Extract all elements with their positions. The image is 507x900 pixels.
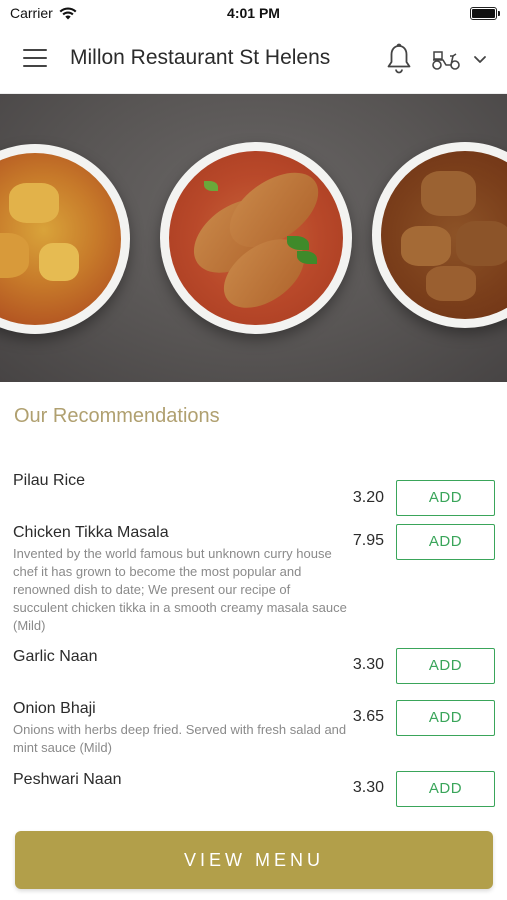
status-bar: Carrier 4:01 PM xyxy=(0,0,507,26)
curry-bowl-center xyxy=(160,142,352,334)
item-name: Peshwari Naan xyxy=(13,771,122,788)
add-button[interactable]: ADD xyxy=(396,480,495,516)
curry-bowl-right xyxy=(372,142,507,328)
menu-icon[interactable] xyxy=(23,49,47,69)
add-button[interactable]: ADD xyxy=(396,648,495,684)
status-time: 4:01 PM xyxy=(227,5,280,21)
item-price: 3.30 xyxy=(352,779,384,796)
item-description: Invented by the world famous but unknown… xyxy=(13,546,347,633)
item-price: 3.30 xyxy=(352,656,384,673)
add-button[interactable]: ADD xyxy=(396,524,495,560)
item-name: Onion Bhaji xyxy=(13,700,96,717)
battery-icon xyxy=(470,7,500,20)
item-price: 7.95 xyxy=(352,532,384,549)
item-name: Chicken Tikka Masala xyxy=(13,524,169,541)
page-title: Millon Restaurant St Helens xyxy=(70,46,331,69)
section-title: Our Recommendations xyxy=(14,405,220,427)
chevron-down-icon[interactable] xyxy=(472,53,488,65)
add-button[interactable]: ADD xyxy=(396,771,495,807)
hero-food-image xyxy=(0,94,507,382)
item-name: Garlic Naan xyxy=(13,648,98,665)
item-name: Pilau Rice xyxy=(13,472,86,489)
item-price: 3.20 xyxy=(352,489,384,506)
item-price: 3.65 xyxy=(352,708,384,725)
app-header: Millon Restaurant St Helens xyxy=(0,26,507,94)
item-description: Onions with herbs deep fried. Served wit… xyxy=(13,722,347,755)
bell-icon[interactable] xyxy=(385,43,413,75)
view-menu-button[interactable]: VIEW MENU xyxy=(15,831,493,889)
curry-bowl-left xyxy=(0,144,130,334)
delivery-scooter-icon[interactable] xyxy=(430,46,462,72)
add-button[interactable]: ADD xyxy=(396,700,495,736)
